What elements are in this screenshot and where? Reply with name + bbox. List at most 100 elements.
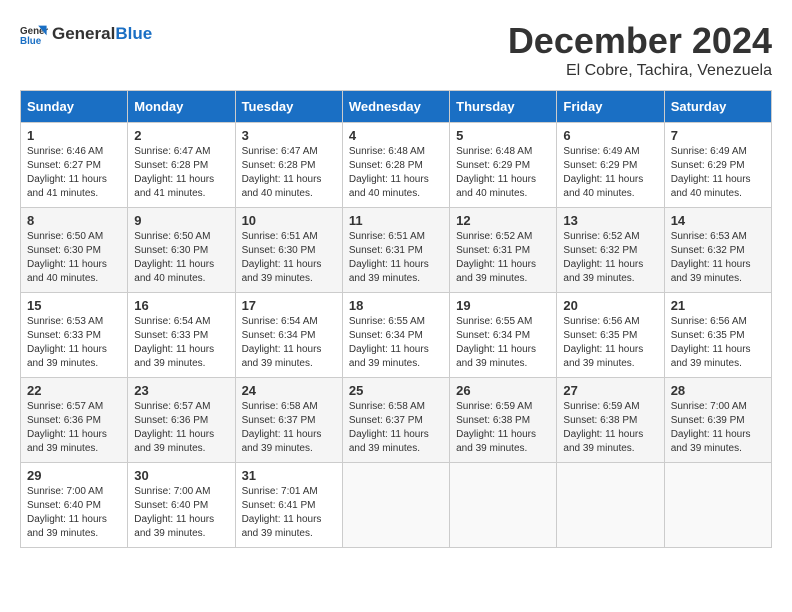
sunset: Sunset: 6:38 PM (456, 415, 530, 426)
daylight: Daylight: 11 hours and 40 minutes. (27, 259, 107, 284)
day-number: 15 (27, 298, 121, 313)
daylight: Daylight: 11 hours and 40 minutes. (349, 174, 429, 199)
daylight: Daylight: 11 hours and 39 minutes. (563, 344, 643, 369)
daylight: Daylight: 11 hours and 39 minutes. (27, 344, 107, 369)
day-number: 17 (242, 298, 336, 313)
table-row: 19 Sunrise: 6:55 AM Sunset: 6:34 PM Dayl… (450, 293, 557, 378)
sunrise: Sunrise: 6:56 AM (671, 316, 747, 327)
calendar-week-row: 29 Sunrise: 7:00 AM Sunset: 6:40 PM Dayl… (21, 463, 772, 548)
day-number: 14 (671, 213, 765, 228)
table-row: 26 Sunrise: 6:59 AM Sunset: 6:38 PM Dayl… (450, 378, 557, 463)
day-info: Sunrise: 6:51 AM Sunset: 6:31 PM Dayligh… (349, 230, 443, 286)
day-number: 3 (242, 128, 336, 143)
day-info: Sunrise: 6:54 AM Sunset: 6:34 PM Dayligh… (242, 315, 336, 371)
sunset: Sunset: 6:34 PM (242, 330, 316, 341)
day-number: 30 (134, 468, 228, 483)
daylight: Daylight: 11 hours and 39 minutes. (242, 429, 322, 454)
table-row: 8 Sunrise: 6:50 AM Sunset: 6:30 PM Dayli… (21, 208, 128, 293)
header-sunday: Sunday (21, 91, 128, 123)
sunrise: Sunrise: 6:52 AM (563, 231, 639, 242)
day-number: 11 (349, 213, 443, 228)
day-info: Sunrise: 6:54 AM Sunset: 6:33 PM Dayligh… (134, 315, 228, 371)
daylight: Daylight: 11 hours and 39 minutes. (134, 344, 214, 369)
table-row: 29 Sunrise: 7:00 AM Sunset: 6:40 PM Dayl… (21, 463, 128, 548)
table-row: 5 Sunrise: 6:48 AM Sunset: 6:29 PM Dayli… (450, 123, 557, 208)
sunrise: Sunrise: 6:59 AM (456, 401, 532, 412)
table-row: 6 Sunrise: 6:49 AM Sunset: 6:29 PM Dayli… (557, 123, 664, 208)
page-header: General Blue GeneralBlue December 2024 E… (20, 20, 772, 80)
day-number: 13 (563, 213, 657, 228)
daylight: Daylight: 11 hours and 40 minutes. (456, 174, 536, 199)
sunset: Sunset: 6:33 PM (27, 330, 101, 341)
calendar-week-row: 1 Sunrise: 6:46 AM Sunset: 6:27 PM Dayli… (21, 123, 772, 208)
day-info: Sunrise: 6:52 AM Sunset: 6:31 PM Dayligh… (456, 230, 550, 286)
daylight: Daylight: 11 hours and 40 minutes. (242, 174, 322, 199)
table-row (557, 463, 664, 548)
day-info: Sunrise: 7:00 AM Sunset: 6:40 PM Dayligh… (134, 485, 228, 541)
sunset: Sunset: 6:34 PM (456, 330, 530, 341)
table-row (664, 463, 771, 548)
sunset: Sunset: 6:40 PM (27, 500, 101, 511)
title-area: December 2024 El Cobre, Tachira, Venezue… (508, 20, 772, 80)
sunset: Sunset: 6:31 PM (349, 245, 423, 256)
daylight: Daylight: 11 hours and 39 minutes. (349, 344, 429, 369)
table-row: 16 Sunrise: 6:54 AM Sunset: 6:33 PM Dayl… (128, 293, 235, 378)
table-row (342, 463, 449, 548)
sunrise: Sunrise: 6:51 AM (349, 231, 425, 242)
sunset: Sunset: 6:28 PM (242, 160, 316, 171)
calendar-week-row: 22 Sunrise: 6:57 AM Sunset: 6:36 PM Dayl… (21, 378, 772, 463)
day-info: Sunrise: 6:51 AM Sunset: 6:30 PM Dayligh… (242, 230, 336, 286)
header-saturday: Saturday (664, 91, 771, 123)
daylight: Daylight: 11 hours and 39 minutes. (456, 344, 536, 369)
daylight: Daylight: 11 hours and 39 minutes. (456, 259, 536, 284)
sunrise: Sunrise: 6:58 AM (242, 401, 318, 412)
sunrise: Sunrise: 6:49 AM (563, 146, 639, 157)
day-info: Sunrise: 6:48 AM Sunset: 6:28 PM Dayligh… (349, 145, 443, 201)
sunset: Sunset: 6:37 PM (242, 415, 316, 426)
daylight: Daylight: 11 hours and 39 minutes. (242, 259, 322, 284)
sunset: Sunset: 6:38 PM (563, 415, 637, 426)
table-row: 15 Sunrise: 6:53 AM Sunset: 6:33 PM Dayl… (21, 293, 128, 378)
sunrise: Sunrise: 6:54 AM (134, 316, 210, 327)
table-row: 22 Sunrise: 6:57 AM Sunset: 6:36 PM Dayl… (21, 378, 128, 463)
sunset: Sunset: 6:36 PM (27, 415, 101, 426)
day-info: Sunrise: 6:59 AM Sunset: 6:38 PM Dayligh… (456, 400, 550, 456)
sunset: Sunset: 6:29 PM (456, 160, 530, 171)
day-number: 20 (563, 298, 657, 313)
daylight: Daylight: 11 hours and 39 minutes. (349, 259, 429, 284)
day-info: Sunrise: 6:52 AM Sunset: 6:32 PM Dayligh… (563, 230, 657, 286)
day-info: Sunrise: 6:47 AM Sunset: 6:28 PM Dayligh… (134, 145, 228, 201)
day-number: 19 (456, 298, 550, 313)
daylight: Daylight: 11 hours and 39 minutes. (671, 344, 751, 369)
sunrise: Sunrise: 7:00 AM (671, 401, 747, 412)
table-row: 18 Sunrise: 6:55 AM Sunset: 6:34 PM Dayl… (342, 293, 449, 378)
daylight: Daylight: 11 hours and 39 minutes. (349, 429, 429, 454)
day-number: 27 (563, 383, 657, 398)
daylight: Daylight: 11 hours and 41 minutes. (134, 174, 214, 199)
table-row: 1 Sunrise: 6:46 AM Sunset: 6:27 PM Dayli… (21, 123, 128, 208)
day-number: 21 (671, 298, 765, 313)
sunset: Sunset: 6:31 PM (456, 245, 530, 256)
calendar-table: Sunday Monday Tuesday Wednesday Thursday… (20, 90, 772, 548)
table-row: 10 Sunrise: 6:51 AM Sunset: 6:30 PM Dayl… (235, 208, 342, 293)
daylight: Daylight: 11 hours and 39 minutes. (563, 429, 643, 454)
day-number: 8 (27, 213, 121, 228)
sunset: Sunset: 6:33 PM (134, 330, 208, 341)
sunrise: Sunrise: 6:53 AM (671, 231, 747, 242)
day-number: 2 (134, 128, 228, 143)
day-info: Sunrise: 7:00 AM Sunset: 6:40 PM Dayligh… (27, 485, 121, 541)
sunrise: Sunrise: 6:52 AM (456, 231, 532, 242)
daylight: Daylight: 11 hours and 39 minutes. (456, 429, 536, 454)
table-row: 25 Sunrise: 6:58 AM Sunset: 6:37 PM Dayl… (342, 378, 449, 463)
header-wednesday: Wednesday (342, 91, 449, 123)
table-row: 17 Sunrise: 6:54 AM Sunset: 6:34 PM Dayl… (235, 293, 342, 378)
day-info: Sunrise: 6:56 AM Sunset: 6:35 PM Dayligh… (671, 315, 765, 371)
day-number: 28 (671, 383, 765, 398)
sunrise: Sunrise: 6:49 AM (671, 146, 747, 157)
table-row: 30 Sunrise: 7:00 AM Sunset: 6:40 PM Dayl… (128, 463, 235, 548)
table-row: 27 Sunrise: 6:59 AM Sunset: 6:38 PM Dayl… (557, 378, 664, 463)
sunrise: Sunrise: 6:55 AM (349, 316, 425, 327)
sunrise: Sunrise: 6:53 AM (27, 316, 103, 327)
sunset: Sunset: 6:29 PM (563, 160, 637, 171)
day-info: Sunrise: 6:49 AM Sunset: 6:29 PM Dayligh… (671, 145, 765, 201)
